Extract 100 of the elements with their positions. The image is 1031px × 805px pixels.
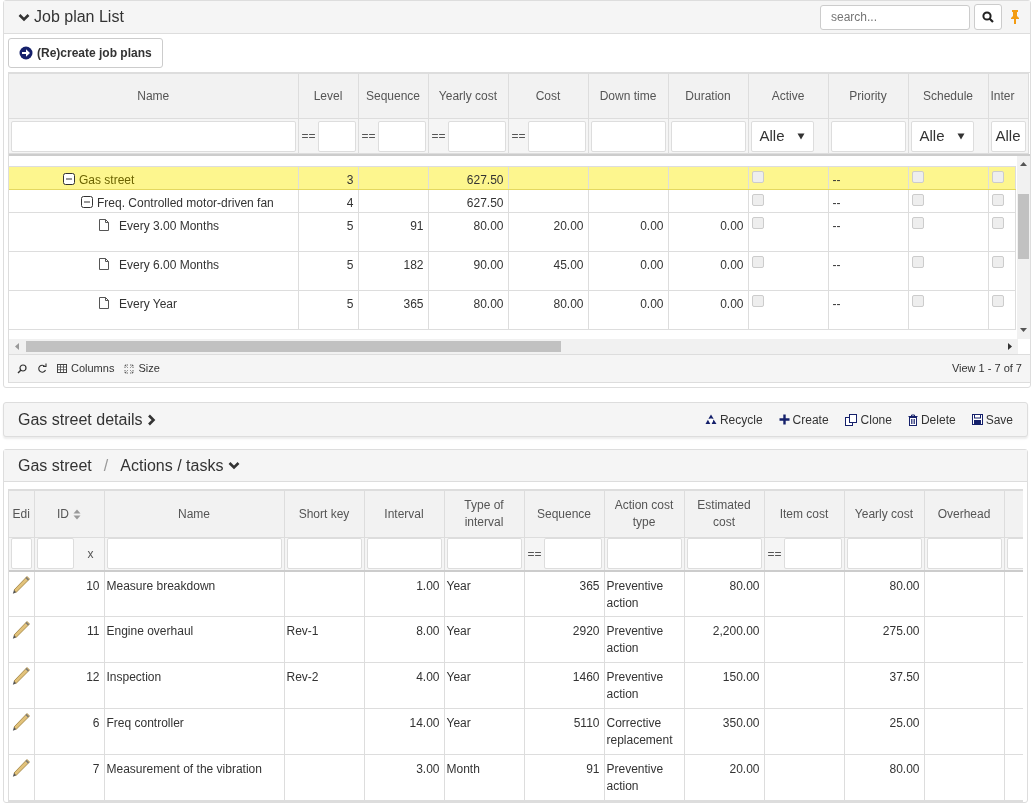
tree-row[interactable]: Every 6.00 Months 5 182 90.00 45.00 0.00 0.00 -- <box>9 251 1015 291</box>
column-header[interactable]: Level <box>298 73 358 119</box>
checkbox[interactable] <box>911 295 924 307</box>
filter-field[interactable] <box>36 538 74 570</box>
column-header[interactable]: Interval <box>364 490 444 538</box>
filter-select[interactable]: Alle <box>990 120 1026 152</box>
pencil-icon[interactable] <box>11 711 32 732</box>
checkbox[interactable] <box>991 194 1004 206</box>
footer-button[interactable]: Columns <box>57 360 115 377</box>
checkbox[interactable] <box>751 171 764 183</box>
column-header[interactable]: Name <box>9 73 298 119</box>
column-header[interactable]: Down time <box>588 73 668 119</box>
horizontal-scrollbar-drawing[interactable] <box>9 339 1018 354</box>
sort-icon[interactable] <box>73 508 81 520</box>
filter-field[interactable] <box>366 538 442 570</box>
column-header[interactable]: Name <box>104 490 284 538</box>
filter-field[interactable] <box>543 538 602 570</box>
pencil-icon[interactable] <box>11 757 32 778</box>
filter-field[interactable] <box>377 120 426 152</box>
column-header[interactable]: Estimated cost <box>684 490 764 538</box>
filter-field[interactable] <box>590 120 666 152</box>
footer-button[interactable]: Size <box>124 360 160 377</box>
checkbox[interactable] <box>751 256 764 268</box>
filter-field[interactable] <box>446 538 522 570</box>
table-cell: Engine overhaul <box>104 616 284 663</box>
filter-field[interactable] <box>11 120 296 152</box>
filter-field[interactable] <box>686 538 762 570</box>
filter-field[interactable] <box>606 538 682 570</box>
filter-field[interactable] <box>11 538 32 570</box>
filter-field[interactable] <box>830 120 906 152</box>
chevron-right-icon[interactable] <box>146 413 156 426</box>
column-header[interactable]: Sequence <box>524 490 604 538</box>
filter-field[interactable] <box>783 538 842 570</box>
filter-field[interactable] <box>286 538 362 570</box>
column-header[interactable]: Type of interval <box>444 490 524 538</box>
column-header[interactable]: Action cost type <box>604 490 684 538</box>
filter-select[interactable]: Alle <box>910 120 974 152</box>
checkbox[interactable] <box>991 217 1004 229</box>
checkbox[interactable] <box>991 171 1004 183</box>
filter-field[interactable] <box>846 538 922 570</box>
column-header[interactable]: Edi <box>9 490 34 538</box>
checkbox[interactable] <box>911 217 924 229</box>
tree-row[interactable]: Freq. Controlled motor-driven fan 4 627.50 -- <box>9 189 1015 213</box>
column-header[interactable]: Item cost <box>764 490 844 538</box>
checkbox[interactable] <box>911 256 924 268</box>
footer-tool-button[interactable] <box>37 363 47 374</box>
table-cell: 5110 <box>524 708 604 755</box>
filter-field[interactable] <box>1006 538 1023 570</box>
breadcrumb-item[interactable]: Actions / tasks <box>120 453 224 478</box>
recreate-button[interactable]: (Re)create job plans <box>8 38 163 68</box>
filter-field[interactable] <box>447 120 506 152</box>
column-header[interactable]: Cost <box>508 73 588 119</box>
column-header[interactable]: Yearly cost <box>844 490 924 538</box>
checkbox[interactable] <box>751 295 764 307</box>
filter-select[interactable]: Alle <box>750 120 814 152</box>
minus-box-icon[interactable] <box>81 196 93 208</box>
search-field[interactable]: search... <box>820 4 970 30</box>
filter-field[interactable] <box>106 538 282 570</box>
column-header[interactable]: Short key <box>284 490 364 538</box>
breadcrumb-item[interactable]: Gas street <box>18 453 92 478</box>
chevron-down-icon[interactable] <box>18 12 30 22</box>
checkbox[interactable] <box>751 217 764 229</box>
toolbar-button[interactable]: Save <box>971 410 1013 429</box>
column-header[interactable]: ID <box>57 505 69 523</box>
column-header[interactable]: Yearly cost <box>428 73 508 119</box>
tree-row[interactable]: Every 3.00 Months 5 91 80.00 20.00 0.00 0.00 -- <box>9 212 1015 252</box>
column-header[interactable]: Sequence <box>358 73 428 119</box>
column-header[interactable]: Priority <box>828 73 908 119</box>
tree-row[interactable]: Every Year 5 365 80.00 80.00 0.00 0.00 -- <box>9 290 1015 330</box>
checkbox[interactable] <box>991 256 1004 268</box>
filter-field[interactable] <box>317 120 356 152</box>
pencil-icon[interactable] <box>11 619 32 640</box>
minus-box-icon[interactable] <box>63 173 75 185</box>
pencil-icon[interactable] <box>11 573 32 595</box>
search-button[interactable] <box>974 4 1002 30</box>
column-header[interactable]: Active <box>748 73 828 119</box>
chevron-down-icon[interactable] <box>228 461 241 470</box>
column-header[interactable]: Inter <box>988 73 1028 119</box>
toolbar-button[interactable]: Delete <box>907 410 956 429</box>
pencil-icon[interactable] <box>11 665 32 686</box>
column-header[interactable]: Duration <box>668 73 748 119</box>
tree-row[interactable]: Gas street 3 627.50 -- <box>9 166 1015 190</box>
toolbar-button[interactable]: Clone <box>844 410 892 429</box>
checkbox[interactable] <box>911 194 924 206</box>
column-header[interactable]: Overhead <box>924 490 1004 538</box>
column-header[interactable]: Schedule <box>908 73 988 119</box>
footer-tool-button[interactable] <box>17 363 27 374</box>
checkbox[interactable] <box>991 295 1004 307</box>
filter-field[interactable] <box>926 538 1002 570</box>
filter-field[interactable] <box>527 120 586 152</box>
filter-field[interactable] <box>670 120 746 152</box>
checkbox[interactable] <box>911 171 924 183</box>
toolbar-button[interactable]: Create <box>778 410 829 429</box>
checkbox[interactable] <box>751 194 764 206</box>
table-cell: 80.00 <box>428 212 508 252</box>
toolbar-button[interactable]: Recycle <box>704 410 763 429</box>
pin-icon[interactable] <box>1010 10 1020 24</box>
table-cell: Year <box>444 570 524 617</box>
clear-filter-link[interactable]: x <box>87 544 94 563</box>
table-cell: 91 <box>524 754 604 801</box>
